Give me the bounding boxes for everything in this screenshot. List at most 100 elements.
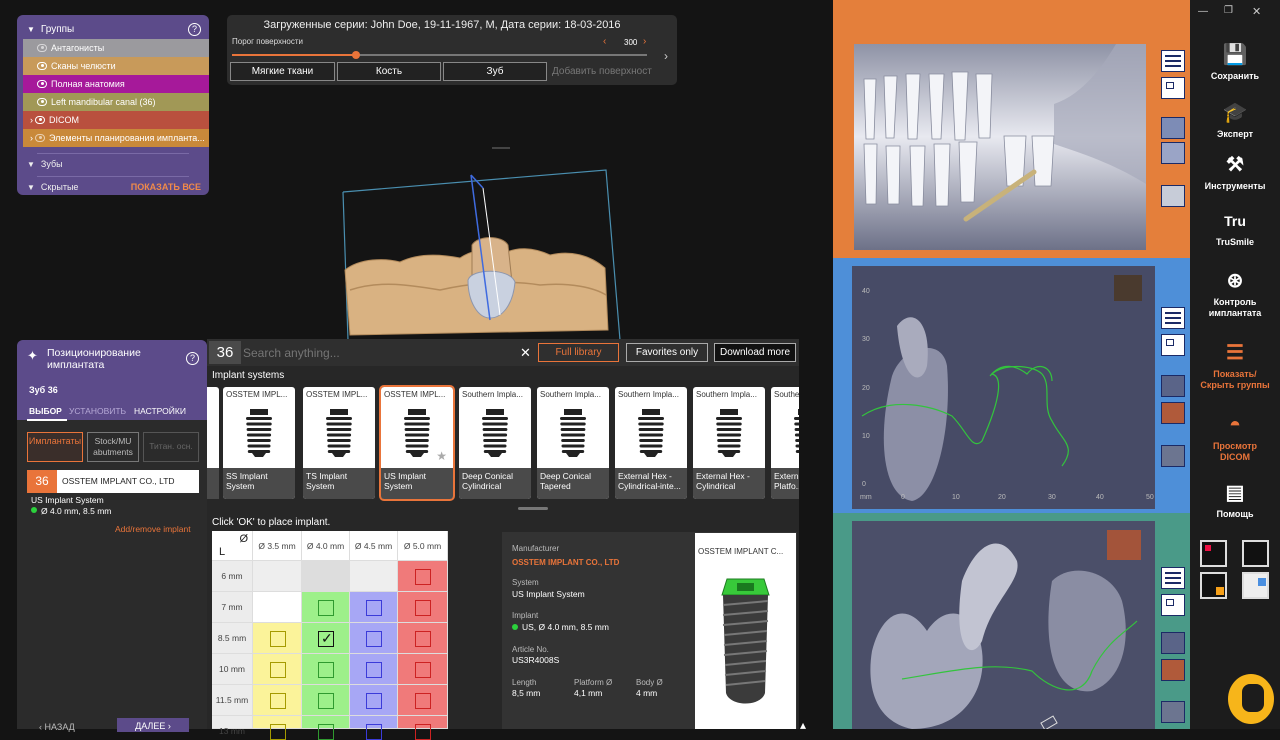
view-layout-toggle-icon[interactable] [1161, 77, 1185, 99]
clear-search-icon[interactable]: ✕ [520, 345, 531, 361]
size-cell[interactable] [253, 685, 302, 716]
size-checkbox[interactable] [366, 693, 382, 709]
tool-groups[interactable]: ☰ Показать/ Скрыть группы [1190, 340, 1280, 391]
tool-save[interactable]: 💾 Сохранить [1190, 42, 1280, 82]
eye-icon[interactable] [37, 44, 47, 52]
chat-assistant-icon[interactable] [1228, 674, 1274, 724]
view-options-list-icon[interactable] [1161, 567, 1185, 589]
size-cell[interactable] [398, 685, 448, 716]
group-row[interactable]: Сканы челюсти [23, 57, 209, 75]
size-cell[interactable] [350, 561, 398, 592]
implant-system-card[interactable]: OSSTEM IMPL... US Implant System ★ [379, 385, 455, 501]
implants-button[interactable]: Имплантаты [27, 432, 83, 462]
size-checkbox[interactable] [269, 693, 286, 709]
size-checkbox[interactable] [415, 693, 431, 709]
3d-orientation-thumbnail[interactable] [1107, 530, 1141, 560]
teeth-group[interactable]: ▼ Зубы [21, 154, 205, 174]
layout-quad-icon[interactable] [1200, 540, 1227, 567]
restore-icon[interactable]: ❐ [1224, 5, 1233, 16]
size-cell[interactable] [302, 685, 350, 716]
size-checkbox[interactable] [366, 662, 382, 678]
size-checkbox[interactable] [415, 569, 431, 585]
thumbnail-jaw[interactable] [1161, 185, 1185, 207]
3d-orientation-thumbnail[interactable] [1114, 275, 1142, 301]
size-cell[interactable] [398, 561, 448, 592]
thumbnail-slice[interactable] [1161, 375, 1185, 397]
implant-system-card[interactable]: Southern Impla... External Hex - Cylindri… [615, 387, 687, 499]
tool-dicom[interactable]: ◓ Просмотр DICOM [1190, 412, 1280, 463]
view-layout-toggle-icon[interactable] [1161, 594, 1185, 616]
eye-icon[interactable] [37, 80, 47, 88]
tool-trusmile[interactable]: Tru TruSmile [1190, 208, 1280, 248]
size-cell[interactable] [253, 592, 302, 623]
size-checkbox[interactable] [415, 724, 431, 740]
tool-graduation-cap[interactable]: 🎓 Эксперт [1190, 100, 1280, 140]
size-cell[interactable] [253, 716, 302, 740]
size-checkbox[interactable] [366, 631, 382, 647]
soft-tissue-button[interactable]: Мягкие ткани [230, 62, 335, 81]
thumbnail-axial[interactable] [1161, 142, 1185, 164]
carousel-scrollbar[interactable] [518, 507, 548, 510]
implant-system-card[interactable]: Southern Impla... Deep Conical Tapered [537, 387, 609, 499]
group-row[interactable]: Антагонисты [23, 39, 209, 57]
hidden-group[interactable]: ▼ Скрытые ПОКАЗАТЬ ВСЕ [21, 177, 205, 197]
size-cell[interactable] [350, 654, 398, 685]
threshold-increase-icon[interactable]: › [643, 36, 646, 47]
size-cell[interactable] [398, 716, 448, 740]
size-cell[interactable] [350, 685, 398, 716]
size-checkbox[interactable] [318, 662, 334, 678]
implant-system-card[interactable]: Southern Impla... Deep Conical Cylindrica… [459, 387, 531, 499]
view-options-list-icon[interactable] [1161, 50, 1185, 72]
stock-abutments-button[interactable]: Stock/MU abutments [87, 432, 139, 462]
size-checkbox[interactable] [366, 724, 382, 740]
group-row[interactable]: › DICOM [23, 111, 209, 129]
library-search-input[interactable] [243, 343, 519, 363]
eye-icon[interactable] [35, 116, 45, 124]
back-button[interactable]: ‹ НАЗАД [39, 722, 75, 732]
size-checkbox[interactable]: ✓ [318, 630, 334, 647]
size-checkbox[interactable] [318, 724, 334, 740]
size-checkbox[interactable] [269, 724, 286, 740]
size-cell[interactable] [302, 561, 350, 592]
tool-implant-control[interactable]: ⊛ Контроль имплантата [1190, 268, 1280, 319]
show-all-link[interactable]: ПОКАЗАТЬ ВСЕ [131, 182, 201, 192]
size-cell[interactable] [253, 654, 302, 685]
threshold-slider[interactable] [232, 51, 647, 59]
size-cell[interactable] [253, 623, 302, 654]
implant-system-card[interactable]: Southe... Extern... Platfo... [771, 387, 799, 499]
3d-viewport[interactable] [210, 90, 830, 340]
eye-icon[interactable] [37, 98, 47, 106]
implant-card-partial[interactable] [207, 387, 219, 499]
thumbnail-slice[interactable] [1161, 701, 1185, 723]
full-library-button[interactable]: Full library [538, 343, 619, 362]
layout-single-icon[interactable] [1242, 540, 1269, 567]
implant-system-card[interactable]: OSSTEM IMPL... TS Implant System [303, 387, 375, 499]
size-checkbox[interactable] [269, 631, 286, 647]
tool-tools[interactable]: ⚒ Инструменты [1190, 152, 1280, 192]
size-cell[interactable] [302, 654, 350, 685]
eye-icon[interactable] [37, 62, 47, 70]
size-cell[interactable] [350, 623, 398, 654]
cross-section-xray[interactable]: 0 10 20 30 40 50 40 30 20 10 0 mm [852, 266, 1155, 509]
implant-system-card[interactable]: OSSTEM IMPL... SS Implant System [223, 387, 295, 499]
minimize-icon[interactable]: — [1198, 6, 1208, 17]
size-cell[interactable] [398, 623, 448, 654]
chevron-right-icon[interactable]: › [30, 115, 33, 125]
size-cell[interactable] [253, 561, 302, 592]
threshold-slider-handle[interactable] [352, 51, 360, 59]
collapse-arrow-icon[interactable]: › [664, 49, 668, 63]
size-checkbox[interactable] [415, 662, 431, 678]
size-checkbox[interactable] [366, 600, 382, 616]
add-surface-button[interactable]: Добавить поверхност [552, 66, 652, 77]
thumbnail-3d[interactable] [1161, 659, 1185, 681]
threshold-decrease-icon[interactable]: ‹ [603, 36, 606, 47]
size-cell[interactable] [302, 716, 350, 740]
group-row[interactable]: Left mandibular canal (36) [23, 93, 209, 111]
groups-header[interactable]: ▼ Группы ? [21, 19, 205, 39]
panoramic-xray[interactable] [854, 44, 1146, 250]
group-row[interactable]: › Элементы планирования импланта... [23, 129, 209, 147]
eye-icon[interactable] [35, 134, 45, 142]
size-cell[interactable] [350, 716, 398, 740]
thumbnail-3d[interactable] [1161, 402, 1185, 424]
size-checkbox[interactable] [269, 662, 286, 678]
